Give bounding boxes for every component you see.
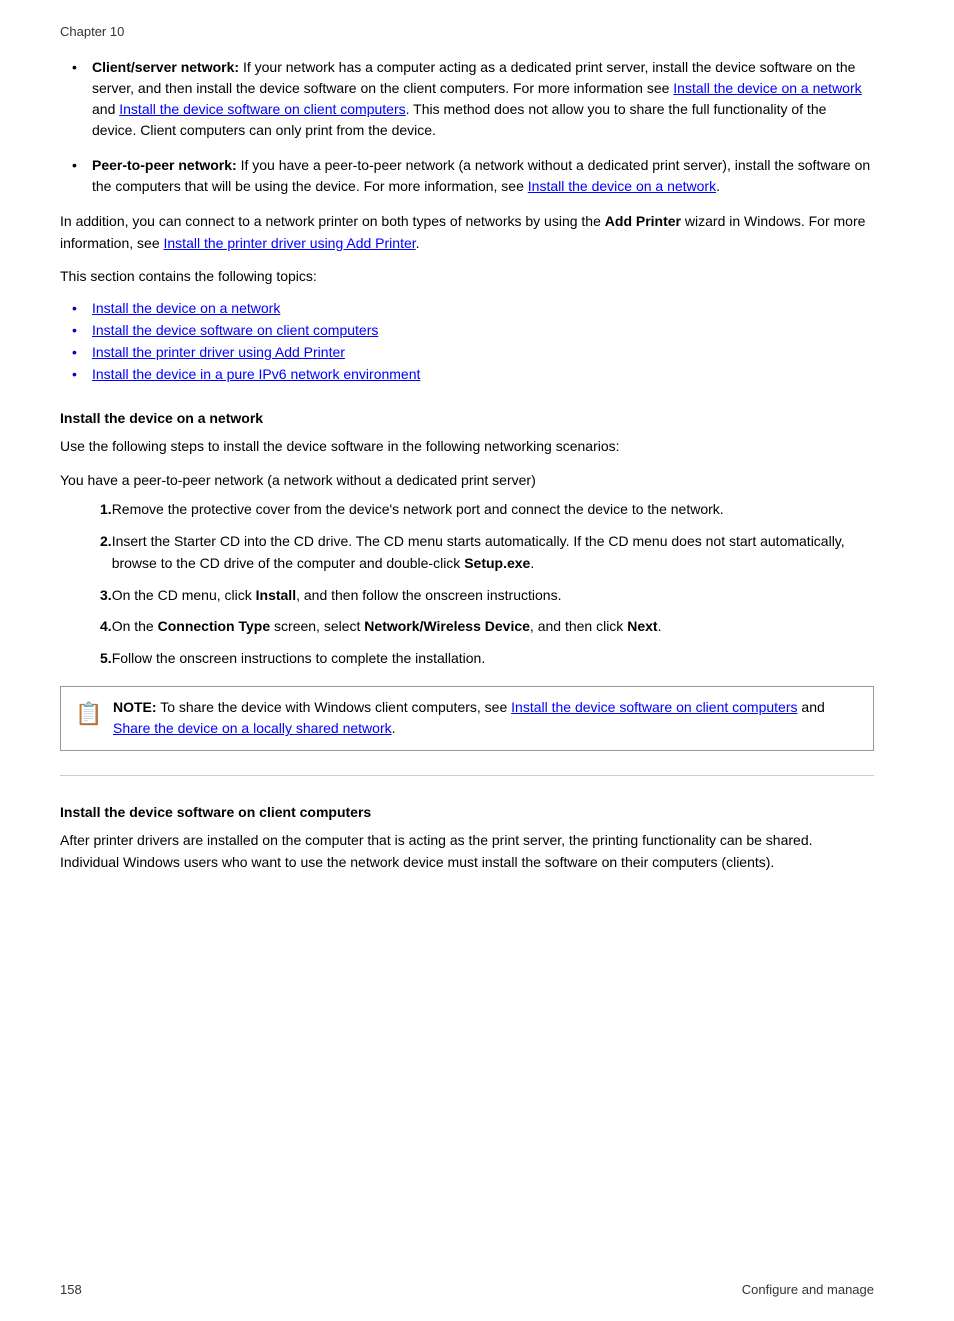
step-text-3: On the CD menu, click Install, and then … [112,585,874,607]
section1-peer-note: You have a peer-to-peer network (a netwo… [60,470,874,492]
step-num-3: 3. [60,585,112,607]
link-install-device-network-1[interactable]: Install the device on a network [673,80,861,96]
content-area: Client/server network: If your network h… [60,57,874,873]
note-icon: 📋 [75,697,103,731]
steps-list: 1. Remove the protective cover from the … [60,499,874,669]
step-text-5: Follow the onscreen instructions to comp… [112,648,874,670]
section2-text: After printer drivers are installed on t… [60,830,874,873]
step-num-5: 5. [60,648,112,670]
page-number: 158 [60,1282,82,1297]
section1-intro: Use the following steps to install the d… [60,436,874,458]
topic-link-4[interactable]: Install the device in a pure IPv6 networ… [92,366,420,382]
list-item: Install the printer driver using Add Pri… [80,344,874,360]
link-install-device-software-clients-1[interactable]: Install the device software on client co… [119,101,405,117]
topics-intro: This section contains the following topi… [60,266,874,288]
note-box: 📋 NOTE: To share the device with Windows… [60,686,874,751]
add-printer-paragraph: In addition, you can connect to a networ… [60,211,874,254]
note-link-2[interactable]: Share the device on a locally shared net… [113,720,392,736]
topic-link-2[interactable]: Install the device software on client co… [92,322,378,338]
chapter-title: Chapter 10 [60,24,124,39]
topics-list: Install the device on a network Install … [80,300,874,382]
step-text-4: On the Connection Type screen, select Ne… [112,616,874,638]
topic-link-1[interactable]: Install the device on a network [92,300,280,316]
step-num-2: 2. [60,531,112,574]
page: Chapter 10 Client/server network: If you… [0,0,954,1321]
step-num-4: 4. [60,616,112,638]
list-item: 3. On the CD menu, click Install, and th… [60,585,874,607]
section-divider [60,775,874,776]
list-item: 2. Insert the Starter CD into the CD dri… [60,531,874,574]
list-item: Install the device on a network [80,300,874,316]
section2-heading: Install the device software on client co… [60,804,874,820]
client-server-label: Client/server network: [92,59,239,75]
chapter-header: Chapter 10 [60,24,874,39]
peer-to-peer-label: Peer-to-peer network: [92,157,237,173]
note-link-1[interactable]: Install the device software on client co… [511,699,797,715]
list-item: Install the device software on client co… [80,322,874,338]
section-install-device-software-clients: Install the device software on client co… [60,804,874,873]
step-text-1: Remove the protective cover from the dev… [112,499,874,521]
topic-link-3[interactable]: Install the printer driver using Add Pri… [92,344,345,360]
link-install-printer-driver-1[interactable]: Install the printer driver using Add Pri… [164,235,416,251]
section-install-device-network: Install the device on a network Use the … [60,410,874,751]
intro-bullet-list: Client/server network: If your network h… [80,57,874,197]
list-item: Install the device in a pure IPv6 networ… [80,366,874,382]
list-item: 1. Remove the protective cover from the … [60,499,874,521]
list-item: Peer-to-peer network: If you have a peer… [80,155,874,197]
list-item: 4. On the Connection Type screen, select… [60,616,874,638]
list-item: 5. Follow the onscreen instructions to c… [60,648,874,670]
step-num-1: 1. [60,499,112,521]
page-footer: 158 Configure and manage [60,1282,874,1297]
step-text-2: Insert the Starter CD into the CD drive.… [112,531,874,574]
list-item: Client/server network: If your network h… [80,57,874,141]
section1-heading: Install the device on a network [60,410,874,426]
link-install-device-network-2[interactable]: Install the device on a network [528,178,716,194]
footer-section-label: Configure and manage [742,1282,874,1297]
note-content: NOTE: To share the device with Windows c… [113,697,859,740]
